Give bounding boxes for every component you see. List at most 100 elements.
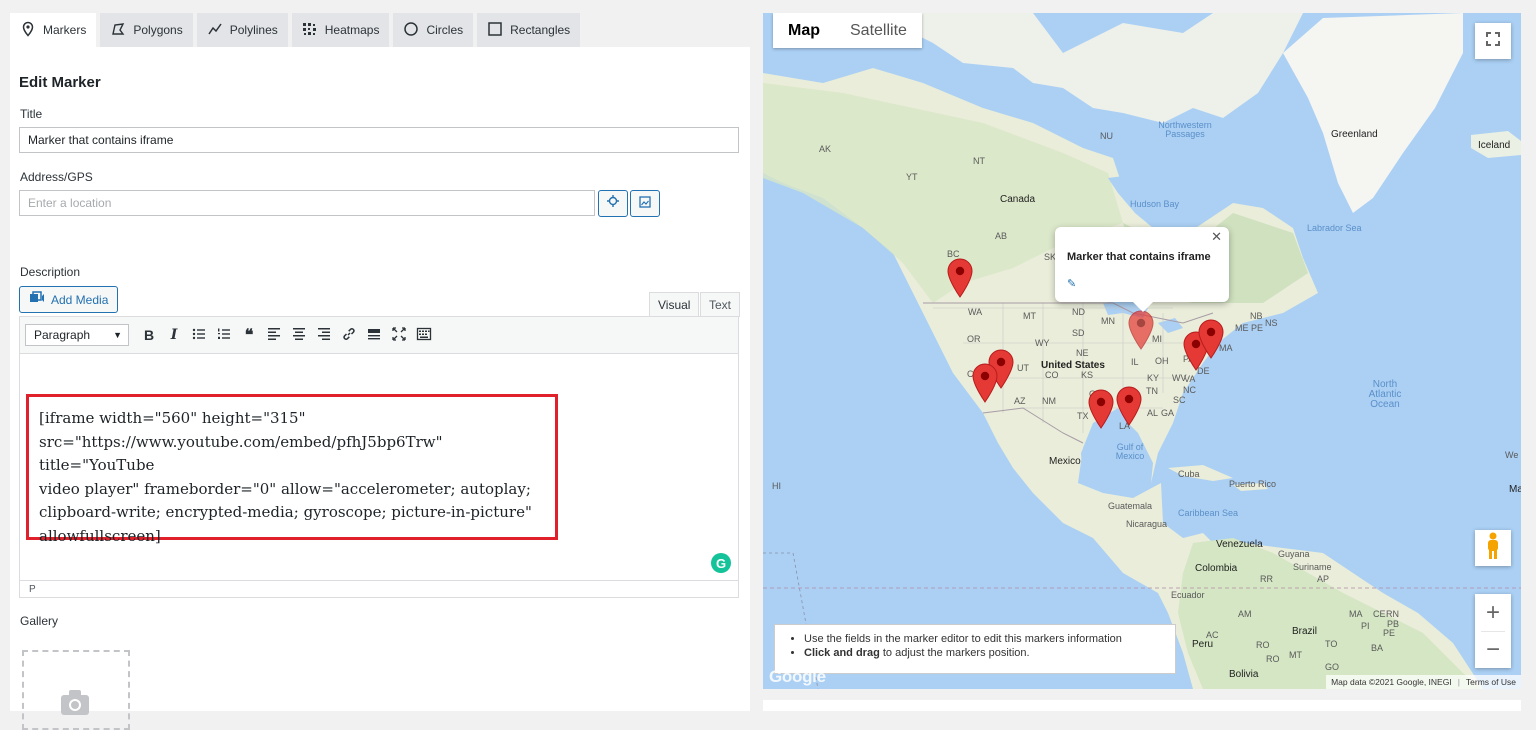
edit-marker-icon[interactable]: ✎ <box>1067 277 1076 290</box>
editor-content[interactable]: [iframe width="560" height="315" src="ht… <box>26 394 558 545</box>
chevron-down-icon: ▼ <box>113 330 122 340</box>
polyline-icon <box>207 21 223 40</box>
tab-polylines-label: Polylines <box>229 23 278 37</box>
link-icon <box>341 326 357 345</box>
edit-marker-panel: Edit Marker Title Marker that contains i… <box>10 47 750 730</box>
tab-polygons[interactable]: Polygons <box>100 13 193 47</box>
marker-edit-hint: Use the fields in the marker editor to e… <box>774 624 1176 674</box>
marker-layer <box>947 258 1224 429</box>
hint-text: Use the fields in the marker editor to e… <box>804 633 1122 645</box>
google-logo: Google <box>769 667 826 686</box>
image-picker-button[interactable] <box>630 190 660 217</box>
map-marker[interactable] <box>1116 386 1142 426</box>
map-attribution: Map data ©2021 Google, INEGI | Terms of … <box>1326 675 1521 689</box>
link-button[interactable] <box>338 323 360 347</box>
map-canvas[interactable]: Map Satellite + − Greenland Iceland Cana… <box>763 13 1521 689</box>
numbered-list-icon <box>216 326 232 345</box>
tab-rectangles[interactable]: Rectangles <box>477 13 581 47</box>
page-title: Edit Marker <box>19 74 101 91</box>
address-input[interactable]: Enter a location <box>19 190 595 216</box>
map-footer-strip <box>763 700 1521 711</box>
rich-text-editor: Paragraph ▼ B I ❝ [iframe width="560" he… <box>19 316 739 598</box>
content-line: clipboard-write; encrypted-media; gyrosc… <box>39 503 532 521</box>
content-line: src="https://www.youtube.com/embed/pfhJ5… <box>39 432 443 475</box>
locate-gps-button[interactable] <box>598 190 628 217</box>
italic-icon: I <box>170 327 178 343</box>
align-center-icon <box>291 326 307 345</box>
marker-info-window: ✕ Marker that contains iframe ✎ <box>1055 227 1229 312</box>
address-label: Address/GPS <box>20 170 93 184</box>
bold-button[interactable]: B <box>138 323 160 347</box>
image-icon <box>639 195 651 213</box>
rectangle-icon <box>487 21 503 40</box>
close-icon[interactable]: ✕ <box>1211 229 1222 245</box>
bold-icon: B <box>143 327 155 343</box>
grammarly-icon[interactable]: G <box>711 553 731 573</box>
title-input[interactable]: Marker that contains iframe <box>19 127 739 153</box>
tab-heatmaps-label: Heatmaps <box>324 23 380 37</box>
align-right-button[interactable] <box>313 323 335 347</box>
map-marker[interactable] <box>972 363 998 403</box>
editor-statusbar: P <box>20 580 738 597</box>
tab-rectangles-label: Rectangles <box>510 23 571 37</box>
gallery-add-image[interactable] <box>22 650 130 730</box>
terms-link[interactable]: Terms of Use <box>1466 677 1516 687</box>
content-line: [iframe width="560" height="315" <box>39 409 306 427</box>
read-more-button[interactable] <box>363 323 385 347</box>
fullscreen-button[interactable] <box>388 323 410 347</box>
shape-tabs: Markers Polygons Polylines Heatmaps Circ… <box>10 13 581 47</box>
tab-polylines[interactable]: Polylines <box>196 13 288 47</box>
media-icon <box>29 291 45 308</box>
attribution-divider: | <box>1457 677 1460 687</box>
hint-item: Use the fields in the marker editor to e… <box>804 633 1175 645</box>
align-right-icon <box>316 326 332 345</box>
map-marker[interactable] <box>947 258 973 298</box>
keyboard-icon <box>416 326 432 345</box>
content-line: allowfullscreen] <box>39 526 161 545</box>
toolbar-toggle-button[interactable] <box>413 323 435 347</box>
crosshair-icon <box>606 194 620 213</box>
align-center-button[interactable] <box>288 323 310 347</box>
quote-icon: ❝ <box>244 327 254 344</box>
align-left-button[interactable] <box>263 323 285 347</box>
description-label: Description <box>20 265 81 279</box>
content-line: video player" frameborder="0" allow="acc… <box>39 479 531 498</box>
map-marker-selected[interactable] <box>1128 310 1154 350</box>
tab-polygons-label: Polygons <box>133 23 183 37</box>
polygon-icon <box>110 21 126 40</box>
gallery-label: Gallery <box>20 614 59 628</box>
tab-visual[interactable]: Visual <box>649 292 700 317</box>
editor-toolbar: Paragraph ▼ B I ❝ <box>20 317 738 354</box>
bullet-list-button[interactable] <box>188 323 210 347</box>
numbered-list-button[interactable] <box>213 323 235 347</box>
hint-item: Click and drag to adjust the markers pos… <box>804 647 1175 659</box>
tab-markers[interactable]: Markers <box>10 13 97 47</box>
camera-icon <box>60 689 90 720</box>
map-marker[interactable] <box>1088 389 1114 429</box>
map-pin-icon <box>20 21 36 40</box>
element-path[interactable]: P <box>29 584 36 595</box>
tab-text[interactable]: Text <box>700 292 741 317</box>
tab-heatmaps[interactable]: Heatmaps <box>291 13 390 47</box>
bullet-list-icon <box>191 326 207 345</box>
add-media-button[interactable]: Add Media <box>19 286 119 313</box>
expand-icon <box>391 326 407 345</box>
format-select[interactable]: Paragraph ▼ <box>25 324 129 346</box>
tab-markers-label: Markers <box>43 23 87 37</box>
info-window-title: Marker that contains iframe <box>1067 251 1211 263</box>
circle-icon <box>403 21 419 40</box>
hint-text: to adjust the markers position. <box>879 647 1030 659</box>
title-label: Title <box>20 107 43 121</box>
marker-editor-pane: Markers Polygons Polylines Heatmaps Circ… <box>0 0 750 730</box>
italic-button[interactable]: I <box>163 323 185 347</box>
hint-bold: Click and drag <box>804 647 880 659</box>
heatmap-icon <box>302 21 318 40</box>
tab-circles[interactable]: Circles <box>393 13 474 47</box>
tab-circles-label: Circles <box>426 23 464 37</box>
add-media-label: Add Media <box>51 292 109 307</box>
read-more-icon <box>366 326 382 345</box>
blockquote-button[interactable]: ❝ <box>238 323 260 347</box>
format-select-value: Paragraph <box>34 328 91 342</box>
align-left-icon <box>266 326 282 345</box>
attribution-text: Map data ©2021 Google, INEGI <box>1331 677 1452 687</box>
